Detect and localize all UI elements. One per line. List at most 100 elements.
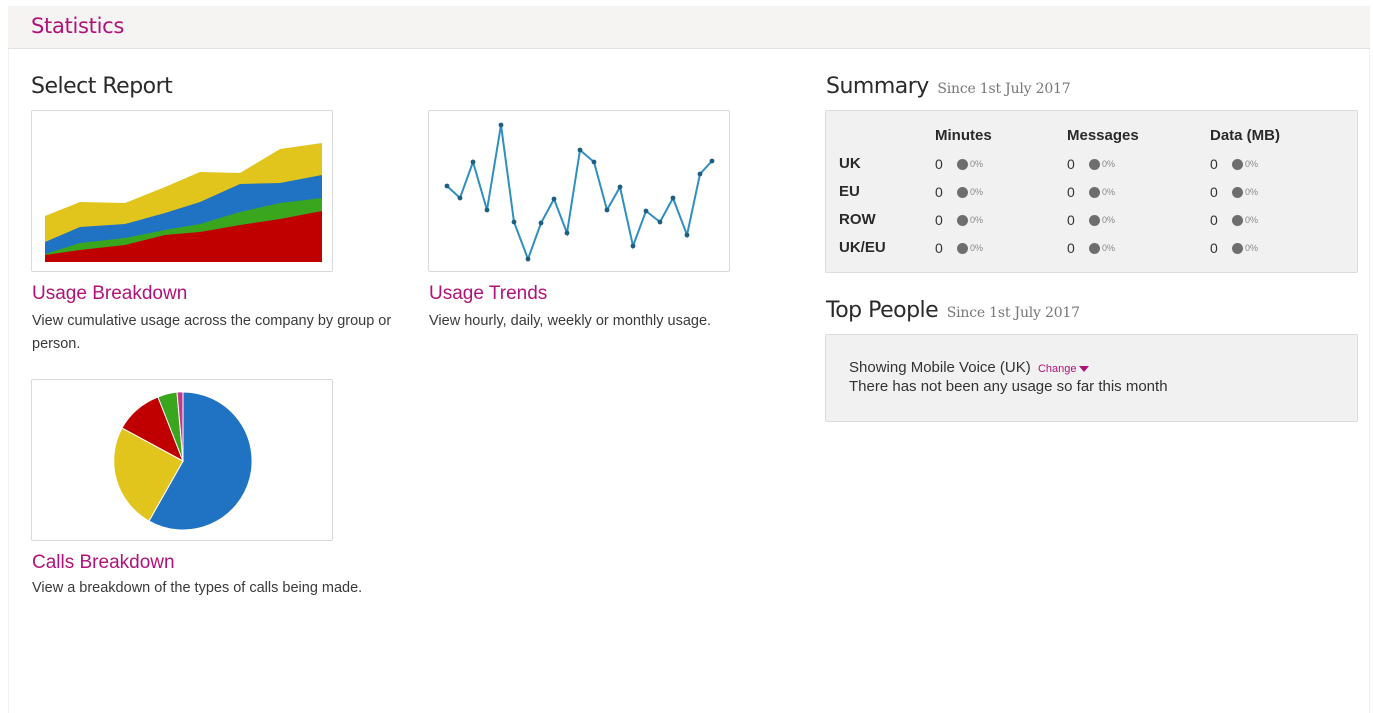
usage-trends-thumbnail[interactable]	[428, 110, 730, 272]
cell-ukeu-minutes: 0 0%	[935, 240, 983, 256]
trend-point	[591, 159, 597, 165]
row-label-eu: EU	[839, 183, 860, 200]
cell-pct: 0%	[1102, 187, 1116, 197]
cell-pct: 0%	[970, 159, 984, 169]
cell-uk-messages: 0 0%	[1067, 156, 1115, 172]
cell-uk-minutes: 0 0%	[935, 156, 983, 172]
cell-pct: 0%	[1245, 215, 1259, 225]
cell-ukeu-data: 0 0%	[1210, 240, 1258, 256]
trend-point	[697, 171, 703, 177]
line-chart-icon	[444, 122, 715, 262]
col-minutes: Minutes	[935, 127, 992, 144]
caret-down-icon	[1079, 366, 1090, 373]
row-label-ukeu: UK/EU	[839, 239, 886, 256]
status-dot-icon	[1232, 158, 1243, 170]
status-dot-icon	[957, 158, 968, 170]
trend-point	[577, 147, 583, 153]
summary-title: Summary	[826, 74, 929, 99]
trend-point	[551, 196, 557, 202]
pie-chart-icon	[113, 391, 253, 531]
top-people-panel: Showing Mobile Voice (UK) Change There h…	[825, 334, 1358, 422]
trend-point	[564, 230, 570, 236]
cell-uk-data: 0 0%	[1210, 156, 1258, 172]
status-dot-icon	[1232, 214, 1243, 226]
cell-value: 0	[1067, 240, 1075, 256]
cell-ukeu-messages: 0 0%	[1067, 240, 1115, 256]
summary-table: Minutes Messages Data (MB) UK 0 0% 0 0% 0 0…	[825, 110, 1358, 273]
trend-point	[604, 207, 610, 213]
summary-heading: Summary Since 1st July 2017	[826, 74, 1071, 99]
cell-pct: 0%	[1245, 187, 1259, 197]
summary-since: Since 1st July 2017	[937, 81, 1071, 97]
usage-trends-description: View hourly, daily, weekly or monthly us…	[429, 313, 712, 329]
no-usage-message: There has not been any usage so far this…	[849, 378, 1168, 395]
trend-point	[617, 184, 623, 190]
cell-pct: 0%	[1245, 159, 1259, 169]
calls-breakdown-link[interactable]: Calls Breakdown	[32, 552, 175, 574]
showing-label: Showing Mobile Voice (UK)	[849, 359, 1031, 376]
top-people-title: Top People	[826, 298, 939, 323]
cell-pct: 0%	[970, 215, 984, 225]
trend-point	[630, 243, 636, 249]
status-dot-icon	[1089, 186, 1100, 198]
cell-pct: 0%	[1102, 243, 1116, 253]
trend-point	[670, 195, 676, 201]
cell-value: 0	[1067, 184, 1075, 200]
status-dot-icon	[957, 242, 968, 254]
trend-point	[538, 220, 544, 226]
col-data: Data (MB)	[1210, 127, 1280, 144]
page-title: Statistics	[31, 14, 124, 38]
cell-row-messages: 0 0%	[1067, 212, 1115, 228]
calls-breakdown-description: View a breakdown of the types of calls b…	[32, 580, 363, 596]
cell-pct: 0%	[1102, 215, 1116, 225]
cell-value: 0	[1210, 184, 1218, 200]
cell-pct: 0%	[970, 187, 984, 197]
cell-pct: 0%	[970, 243, 984, 253]
calls-breakdown-thumbnail[interactable]	[31, 379, 333, 541]
cell-value: 0	[1210, 156, 1218, 172]
trend-point	[484, 207, 490, 213]
cell-value: 0	[1210, 212, 1218, 228]
trend-point	[643, 208, 649, 214]
top-people-since: Since 1st July 2017	[946, 305, 1080, 321]
trend-point	[470, 159, 476, 165]
row-label-row: ROW	[839, 211, 876, 228]
usage-breakdown-link[interactable]: Usage Breakdown	[32, 283, 187, 305]
usage-trends-link[interactable]: Usage Trends	[429, 283, 547, 305]
cell-value: 0	[1210, 240, 1218, 256]
change-dropdown[interactable]: Change	[1038, 363, 1090, 375]
trend-point	[709, 158, 715, 164]
status-dot-icon	[957, 214, 968, 226]
row-label-uk: UK	[839, 155, 861, 172]
page-header: Statistics	[8, 6, 1370, 49]
showing-line: Showing Mobile Voice (UK) Change	[849, 359, 1090, 376]
trend-point	[525, 256, 531, 262]
status-dot-icon	[957, 186, 968, 198]
status-dot-icon	[1089, 242, 1100, 254]
status-dot-icon	[1232, 186, 1243, 198]
usage-breakdown-description: View cumulative usage across the company…	[32, 313, 392, 352]
cell-row-data: 0 0%	[1210, 212, 1258, 228]
cell-eu-data: 0 0%	[1210, 184, 1258, 200]
stacked-area-icon	[45, 143, 322, 262]
cell-value: 0	[935, 212, 943, 228]
trend-point	[657, 219, 663, 225]
status-dot-icon	[1089, 214, 1100, 226]
trend-point	[457, 195, 463, 201]
trend-point	[498, 122, 504, 128]
select-report-heading: Select Report	[31, 74, 173, 99]
usage-breakdown-thumbnail[interactable]	[31, 110, 333, 272]
trend-point	[511, 219, 517, 225]
col-messages: Messages	[1067, 127, 1139, 144]
trend-point	[444, 183, 450, 189]
change-label: Change	[1037, 363, 1077, 375]
cell-value: 0	[1067, 212, 1075, 228]
cell-pct: 0%	[1102, 159, 1116, 169]
cell-eu-messages: 0 0%	[1067, 184, 1115, 200]
cell-value: 0	[935, 184, 943, 200]
cell-value: 0	[935, 240, 943, 256]
cell-value: 0	[1067, 156, 1075, 172]
cell-eu-minutes: 0 0%	[935, 184, 983, 200]
top-people-heading: Top People Since 1st July 2017	[826, 298, 1080, 323]
trend-line	[446, 124, 713, 262]
